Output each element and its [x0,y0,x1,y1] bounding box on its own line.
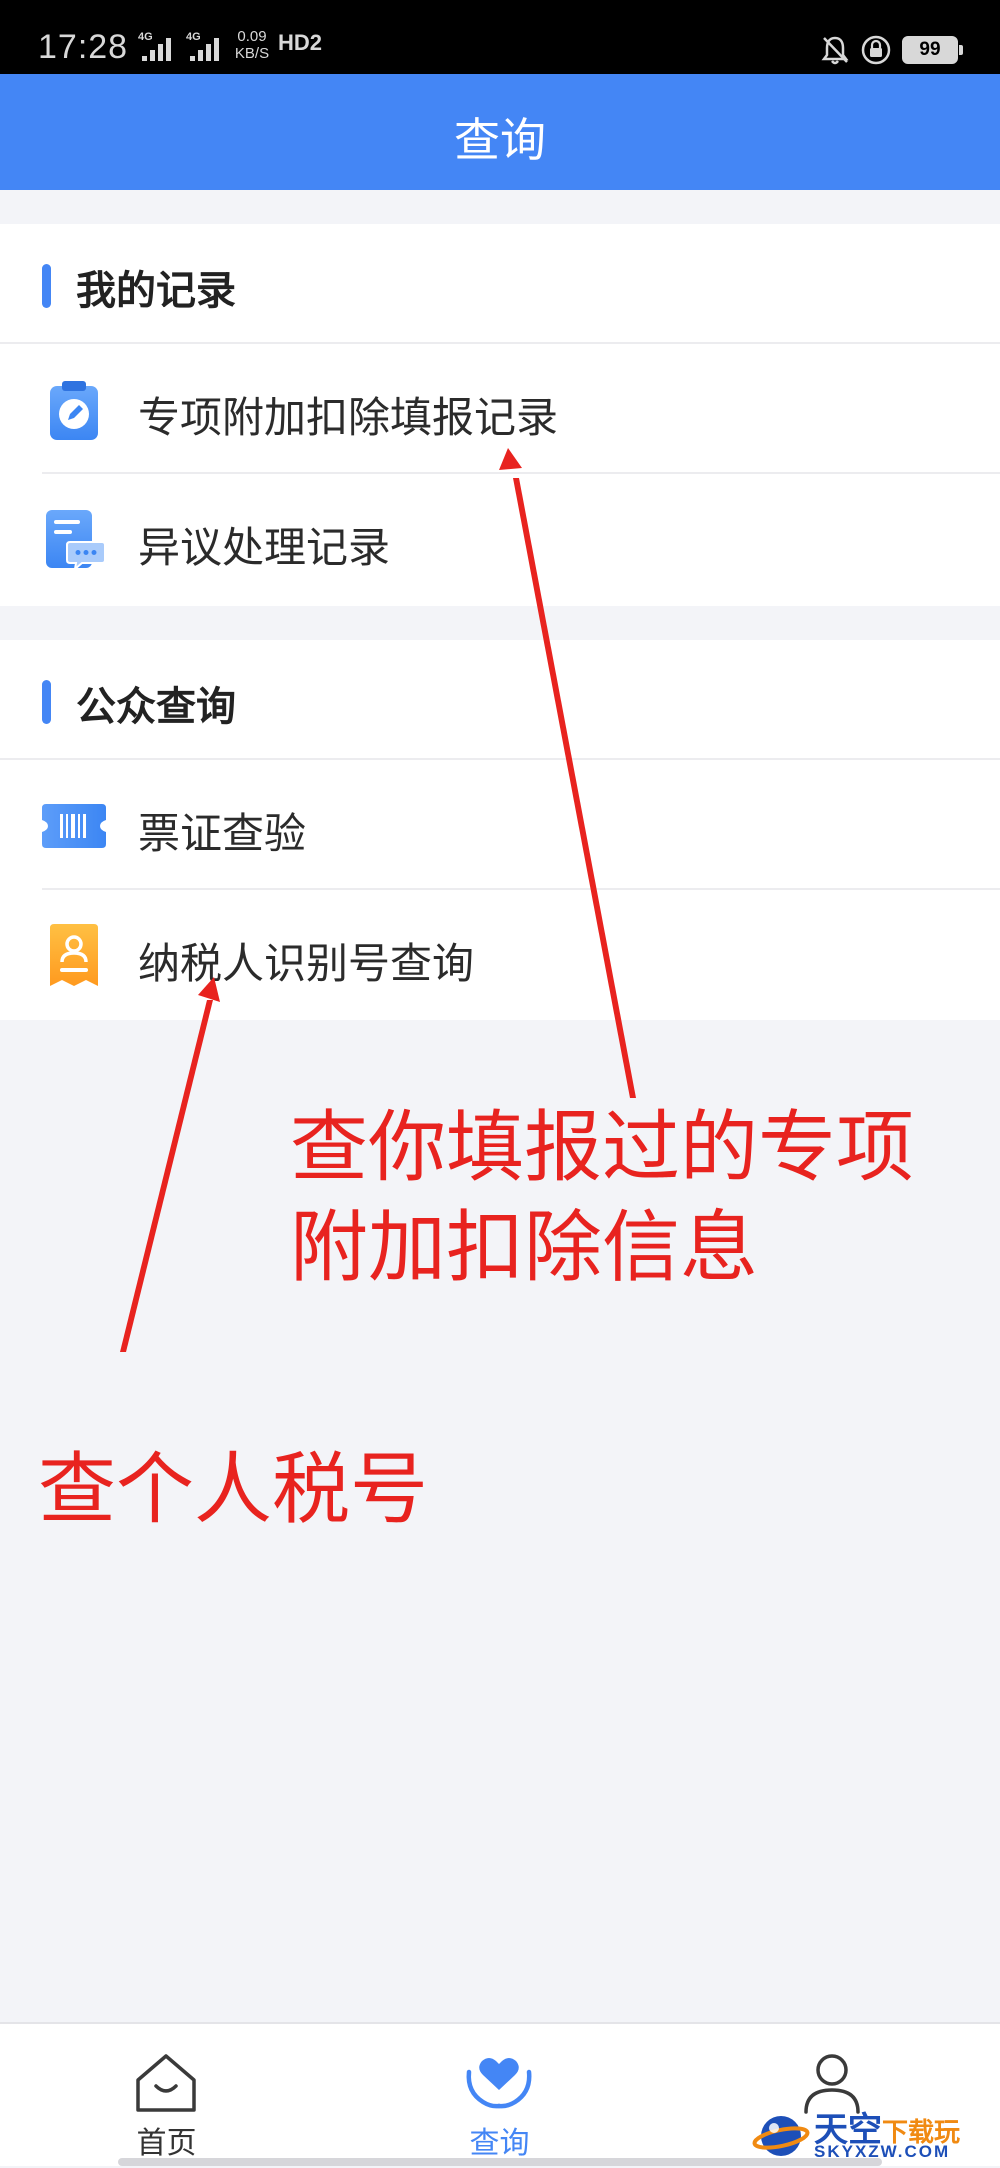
document-chat-icon [46,510,106,572]
list-item-taxpayer-id-query[interactable]: 纳税人识别号查询 [0,890,1000,1020]
section-header: 公众查询 [0,640,1000,760]
tab-label: 查询 [469,2126,530,2161]
tab-query[interactable]: 查询 [333,2024,666,2168]
item-label: 专项附加扣除填报记录 [138,393,559,442]
hd-voice-indicator: HD2 [278,30,323,55]
signal-strength-icon: 4G [186,31,219,61]
section-title: 我的记录 [76,268,236,314]
net-speed: 0.09 KB/S [232,28,272,62]
section-public-query: 公众查询 票证查验 纳税人识别号查询 [0,640,1000,1020]
home-icon [136,2054,196,2112]
watermark-logo: 天空下载玩 SKYXZW.COM [752,2106,1000,2166]
section-my-records: 我的记录 专项附加扣除填报记录 异议处理记录 [0,224,1000,606]
watermark-subtitle: SKYXZW.COM [814,2142,951,2161]
status-time: 17:28 [38,28,129,66]
section-accent-bar [42,680,51,724]
list-item-invoice-verification[interactable]: 票证查验 [0,760,1000,890]
section-accent-bar [42,264,51,308]
battery-level: 99 [919,39,941,60]
rotation-lock-icon [861,35,891,65]
tab-label: 首页 [136,2126,197,2161]
battery-icon: 99 [902,36,963,64]
section-title: 公众查询 [76,684,236,730]
annotation-taxid-note: 查个人税号 [38,1445,429,1535]
signal-strength-icon: 4G [138,31,171,61]
page-title: 查询 [454,113,546,167]
annotation-line: 查你填报过的专项 [290,1103,915,1193]
barcode-ticket-icon [42,804,106,848]
annotation-line: 附加扣除信息 [290,1203,759,1293]
item-label: 异议处理记录 [138,523,391,572]
heart-hands-icon [466,2058,532,2109]
list-item-deduction-records[interactable]: 专项附加扣除填报记录 [0,344,1000,474]
bell-muted-icon [821,36,849,65]
network-label: 4G [138,31,153,43]
person-badge-icon [50,924,98,986]
item-label: 票证查验 [138,809,307,858]
item-label: 纳税人识别号查询 [138,939,475,988]
section-header: 我的记录 [0,224,1000,344]
network-label: 4G [186,31,201,43]
app-header: 查询 [0,74,1000,190]
clipboard-pen-icon [50,381,98,440]
status-bar: 17:28 4G 4G 0.09 KB/S HD2 99 [0,0,1000,74]
list-item-objection-records[interactable]: 异议处理记录 [0,474,1000,604]
planet-logo-icon [752,2116,810,2156]
tab-home[interactable]: 首页 [0,2024,333,2168]
net-speed-unit: KB/S [234,45,270,62]
net-speed-value: 0.09 [237,28,267,45]
annotation-deduction-note: 查你填报过的专项 附加扣除信息 [290,1098,970,1298]
